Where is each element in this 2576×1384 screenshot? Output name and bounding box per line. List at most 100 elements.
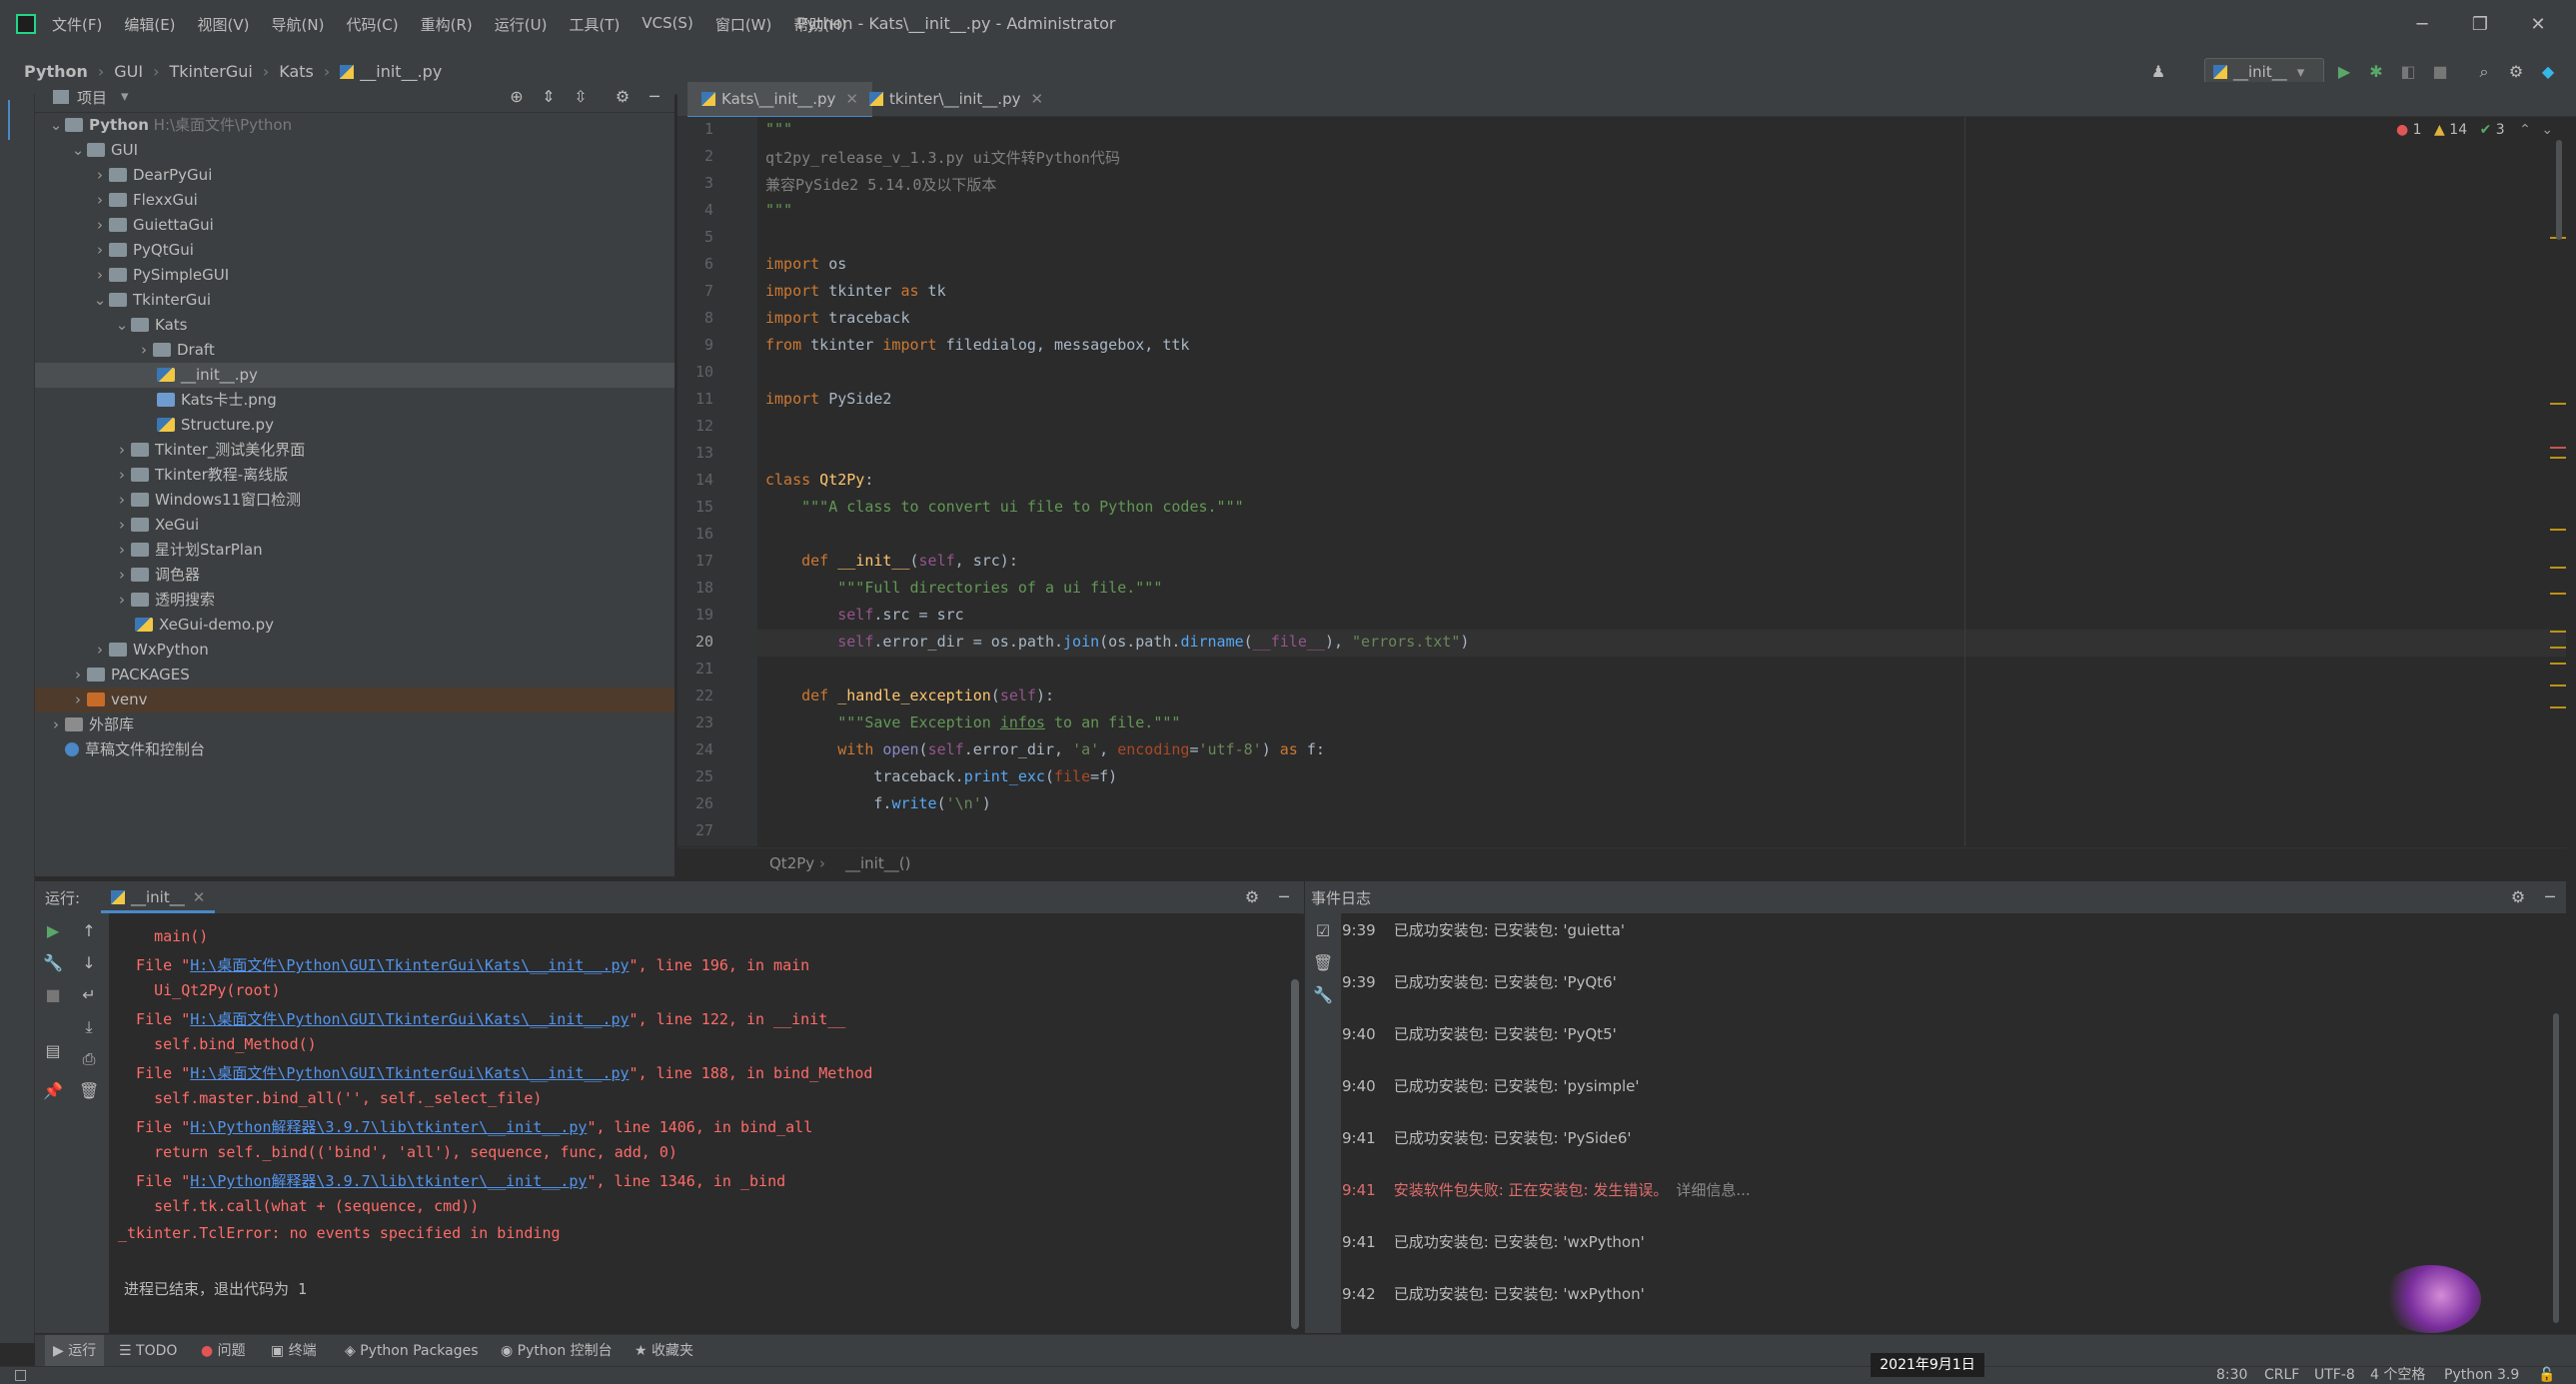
- warning-mark[interactable]: [2550, 529, 2566, 531]
- code-editor[interactable]: """ qt2py_release_v_1.3.py ui文件转Python代码…: [757, 117, 2566, 846]
- chevron-right-icon[interactable]: ›: [91, 188, 109, 213]
- wrench-icon[interactable]: 🔧: [43, 953, 63, 973]
- details-link[interactable]: 详细信息...: [1676, 1181, 1750, 1199]
- console-link[interactable]: H:\桌面文件\Python\GUI\TkinterGui\Kats\__ini…: [190, 1064, 629, 1082]
- crumb-method[interactable]: __init__(): [845, 854, 910, 872]
- coverage-icon[interactable]: ◧: [2398, 62, 2418, 82]
- indent-setting[interactable]: 4 个空格: [2370, 1367, 2425, 1384]
- project-stripe-button[interactable]: [8, 100, 26, 140]
- tree-item-gui[interactable]: ⌄ GUI: [35, 138, 674, 163]
- warning-mark[interactable]: [2550, 593, 2566, 595]
- chevron-right-icon[interactable]: ›: [47, 712, 65, 737]
- toolwindow-python-console[interactable]: ◉ Python 控制台: [501, 1335, 613, 1367]
- mark-read-icon[interactable]: ☑: [1313, 921, 1333, 941]
- structure-stripe-button[interactable]: [8, 164, 24, 200]
- collapse-all-icon[interactable]: ⇳: [571, 87, 591, 107]
- soft-wrap-icon[interactable]: ↵: [79, 985, 99, 1005]
- menu-file[interactable]: 文件(F): [52, 14, 102, 35]
- console-link[interactable]: H:\Python解释器\3.9.7\lib\tkinter\__init__.…: [190, 1172, 587, 1190]
- rerun-icon[interactable]: ▶: [43, 921, 63, 941]
- toolwindow-terminal[interactable]: ▣ 终端: [271, 1335, 317, 1367]
- tree-item-python[interactable]: ⌄ Python H:\桌面文件\Python: [35, 113, 674, 138]
- python-interpreter[interactable]: Python 3.9: [2444, 1367, 2519, 1384]
- search-icon[interactable]: ⌕: [2474, 62, 2494, 82]
- tree-item-guiettagui[interactable]: › GuiettaGui: [35, 213, 674, 238]
- project-view-select[interactable]: 项目: [77, 87, 107, 108]
- stop-icon[interactable]: ■: [2430, 62, 2450, 82]
- warning-mark[interactable]: [2550, 457, 2566, 459]
- breadcrumb-project[interactable]: Python: [24, 62, 88, 81]
- tree-item-scratches[interactable]: 草稿文件和控制台: [35, 737, 674, 762]
- tree-item-win11-detect[interactable]: › Windows11窗口检测: [35, 488, 674, 513]
- menu-vcs[interactable]: VCS(S): [642, 14, 692, 35]
- console-link[interactable]: H:\桌面文件\Python\GUI\TkinterGui\Kats\__ini…: [190, 956, 629, 974]
- expand-all-icon[interactable]: ⇕: [539, 87, 559, 107]
- scroll-to-end-icon[interactable]: ⤓: [79, 1017, 99, 1037]
- debug-icon[interactable]: ✱: [2366, 62, 2386, 82]
- menu-view[interactable]: 视图(V): [198, 14, 250, 35]
- arrow-down-icon[interactable]: ↓: [79, 953, 99, 973]
- menu-edit[interactable]: 编辑(E): [124, 14, 175, 35]
- tree-item-pyqtgui[interactable]: › PyQtGui: [35, 238, 674, 263]
- favorites-stripe-button[interactable]: [8, 1273, 24, 1313]
- tree-item-structure-py[interactable]: Structure.py: [35, 413, 674, 438]
- chevron-down-icon[interactable]: ⌄: [47, 113, 65, 138]
- editor-scrollbar[interactable]: [2556, 140, 2562, 240]
- chevron-right-icon[interactable]: ›: [113, 588, 131, 613]
- hide-icon[interactable]: ─: [1274, 887, 1294, 907]
- toolwindow-favorites[interactable]: ★ 收藏夹: [635, 1335, 693, 1367]
- chevron-right-icon[interactable]: ›: [69, 663, 87, 688]
- hide-icon[interactable]: ─: [2540, 887, 2560, 907]
- toolwindow-python-packages[interactable]: ◈ Python Packages: [345, 1335, 479, 1367]
- chevron-right-icon[interactable]: ›: [91, 213, 109, 238]
- breadcrumb-kats[interactable]: Kats: [279, 62, 314, 81]
- inspection-widget[interactable]: ● 1 ▲ 14 ✔ 3 ⌃ ⌄: [2396, 122, 2553, 138]
- tree-item-flexxgui[interactable]: › FlexxGui: [35, 188, 674, 213]
- file-encoding[interactable]: UTF-8: [2314, 1367, 2355, 1384]
- print-icon[interactable]: ⎙: [79, 1049, 99, 1069]
- tree-item-kats-png[interactable]: Kats卡士.png: [35, 388, 674, 413]
- console-link[interactable]: H:\桌面文件\Python\GUI\TkinterGui\Kats\__ini…: [190, 1010, 629, 1028]
- tree-item-tkinter-beautify[interactable]: › Tkinter_测试美化界面: [35, 438, 674, 463]
- console-scrollbar[interactable]: [1291, 979, 1299, 1329]
- tree-item-transparent-search[interactable]: › 透明搜索: [35, 588, 674, 613]
- tab-run-init[interactable]: __init__ ✕: [101, 881, 216, 913]
- breadcrumb-tkintergui[interactable]: TkinterGui: [170, 62, 253, 81]
- warning-mark[interactable]: [2550, 706, 2566, 708]
- warning-mark[interactable]: [2550, 631, 2566, 633]
- close-icon[interactable]: ✕: [2518, 10, 2558, 40]
- warning-mark[interactable]: [2550, 663, 2566, 665]
- tree-item-draft[interactable]: › Draft: [35, 338, 674, 363]
- tree-item-color-picker[interactable]: › 调色器: [35, 563, 674, 588]
- menu-window[interactable]: 窗口(W): [715, 14, 772, 35]
- warning-mark[interactable]: [2550, 567, 2566, 569]
- stop-icon[interactable]: ■: [43, 985, 63, 1005]
- hide-icon[interactable]: ─: [644, 87, 664, 107]
- run-icon[interactable]: ▶: [2334, 62, 2354, 82]
- tree-item-external-libs[interactable]: › 外部库: [35, 712, 674, 737]
- chevron-right-icon[interactable]: ›: [69, 688, 87, 712]
- updates-icon[interactable]: ◆: [2538, 62, 2558, 82]
- crumb-class[interactable]: Qt2Py: [769, 854, 814, 872]
- toolwindow-todo[interactable]: ☰ TODO: [119, 1335, 177, 1367]
- layout-icon[interactable]: ▤: [43, 1041, 63, 1061]
- arrow-up-icon[interactable]: ↑: [79, 921, 99, 941]
- chevron-right-icon[interactable]: ›: [91, 638, 109, 663]
- gear-icon[interactable]: ⚙: [2506, 62, 2526, 82]
- chevron-right-icon[interactable]: ›: [113, 463, 131, 488]
- menu-code[interactable]: 代码(C): [346, 14, 398, 35]
- tree-item-tkinter-tutorial[interactable]: › Tkinter教程-离线版: [35, 463, 674, 488]
- tab-tkinter-init[interactable]: tkinter\__init__.py ✕: [855, 82, 1057, 116]
- tree-item-packages[interactable]: › PACKAGES: [35, 663, 674, 688]
- tab-kats-init[interactable]: Kats\__init__.py ✕: [687, 82, 872, 119]
- toolwindow-problems[interactable]: ● 问题: [201, 1335, 246, 1367]
- close-icon[interactable]: ✕: [1030, 90, 1043, 108]
- restore-icon[interactable]: ❐: [2460, 10, 2500, 40]
- tree-item-starplan[interactable]: › 星计划StarPlan: [35, 538, 674, 563]
- tree-item-xegui-demo[interactable]: XeGui-demo.py: [35, 613, 674, 638]
- console-link[interactable]: H:\Python解释器\3.9.7\lib\tkinter\__init__.…: [190, 1118, 587, 1136]
- menu-navigate[interactable]: 导航(N): [272, 14, 325, 35]
- breadcrumb-gui[interactable]: GUI: [114, 62, 143, 81]
- chevron-right-icon[interactable]: ›: [113, 563, 131, 588]
- breadcrumb-file[interactable]: __init__.py: [360, 62, 442, 81]
